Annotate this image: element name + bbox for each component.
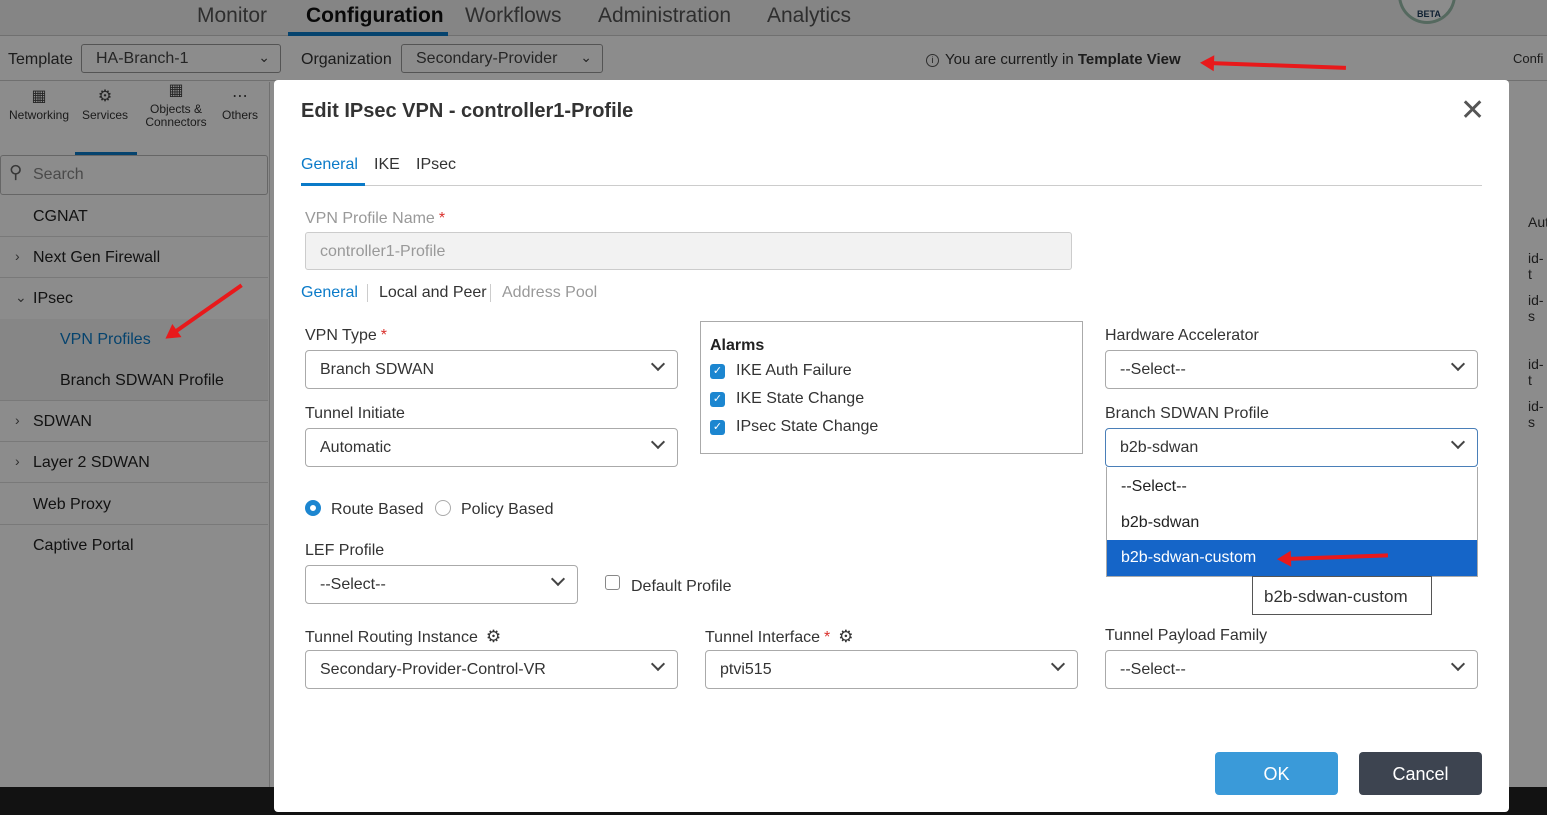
tunnel-interface-label-text: Tunnel Interface	[705, 629, 821, 646]
required-marker: *	[824, 629, 831, 646]
chevron-down-icon	[650, 356, 666, 372]
hardware-accelerator-label: Hardware Accelerator	[1105, 327, 1259, 344]
gear-icon[interactable]: ⚙	[838, 627, 853, 647]
tunnel-payload-family-value: --Select--	[1120, 661, 1186, 678]
subtab-general[interactable]: General	[301, 284, 358, 302]
tunnel-initiate-select[interactable]: Automatic	[305, 428, 678, 467]
chevron-down-icon	[1450, 656, 1466, 672]
vpn-profile-name-label-text: VPN Profile Name	[305, 210, 435, 227]
alarm-ike-auth-failure[interactable]: ✓ IKE Auth Failure	[710, 362, 852, 380]
branch-sdwan-profile-value: b2b-sdwan	[1120, 439, 1199, 456]
ok-button[interactable]: OK	[1215, 752, 1338, 795]
divider	[367, 284, 368, 302]
policy-based-label: Policy Based	[461, 501, 554, 518]
route-based-label: Route Based	[331, 501, 424, 518]
dropdown-option[interactable]: b2b-sdwan	[1107, 505, 1477, 541]
tunnel-interface-value: ptvi515	[720, 661, 772, 678]
checkbox-checked-icon[interactable]: ✓	[710, 392, 725, 407]
tunnel-routing-instance-label: Tunnel Routing Instance ⚙	[305, 627, 501, 647]
tab-ike[interactable]: IKE	[374, 156, 400, 174]
lef-profile-label: LEF Profile	[305, 542, 385, 559]
alarms-title: Alarms	[710, 337, 765, 354]
vpn-type-value: Branch SDWAN	[320, 361, 435, 378]
alarms-group: Alarms ✓ IKE Auth Failure ✓ IKE State Chan…	[700, 321, 1083, 454]
hardware-accelerator-select[interactable]: --Select--	[1105, 350, 1478, 389]
required-marker: *	[438, 210, 446, 227]
chevron-down-icon	[1050, 656, 1066, 672]
vpn-type-select[interactable]: Branch SDWAN	[305, 350, 678, 389]
tunnel-routing-instance-select[interactable]: Secondary-Provider-Control-VR	[305, 650, 678, 689]
branch-sdwan-profile-label: Branch SDWAN Profile	[1105, 405, 1269, 422]
checkbox-checked-icon[interactable]: ✓	[710, 420, 725, 435]
lef-profile-value: --Select--	[320, 576, 386, 593]
dialog-tabs: General IKE IPsec	[301, 156, 1482, 186]
vpn-profile-name-field: controller1-Profile	[305, 232, 1072, 270]
vpn-type-label: VPN Type *	[305, 327, 387, 345]
tunnel-routing-instance-label-text: Tunnel Routing Instance	[305, 629, 478, 646]
checkbox-empty-icon[interactable]	[605, 575, 620, 590]
hardware-accelerator-value: --Select--	[1120, 361, 1186, 378]
vpn-type-label-text: VPN Type	[305, 327, 377, 344]
default-profile-label: Default Profile	[631, 578, 732, 595]
tunnel-initiate-value: Automatic	[320, 439, 392, 456]
dropdown-option[interactable]: --Select--	[1107, 469, 1477, 505]
alarm-ipsec-state-change[interactable]: ✓ IPsec State Change	[710, 418, 878, 436]
default-profile-checkbox[interactable]: Default Profile	[605, 575, 732, 596]
divider	[490, 284, 491, 302]
subtab-address-pool: Address Pool	[502, 284, 598, 301]
subtab-local-and-peer[interactable]: Local and Peer	[379, 284, 487, 302]
chevron-down-icon	[650, 656, 666, 672]
chevron-down-icon	[1450, 356, 1466, 372]
vpn-profile-name-label: VPN Profile Name *	[305, 210, 445, 228]
tab-ipsec[interactable]: IPsec	[416, 156, 456, 174]
alarm-label: IKE Auth Failure	[736, 362, 852, 379]
tunnel-interface-select[interactable]: ptvi515	[705, 650, 1078, 689]
required-marker: *	[380, 327, 387, 344]
close-icon[interactable]: ✕	[1460, 96, 1485, 126]
tunnel-routing-instance-value: Secondary-Provider-Control-VR	[320, 661, 546, 678]
tab-general[interactable]: General	[301, 156, 358, 174]
branch-sdwan-profile-select[interactable]: b2b-sdwan	[1105, 428, 1478, 467]
chevron-down-icon	[1450, 434, 1466, 450]
tunnel-initiate-label: Tunnel Initiate	[305, 405, 405, 422]
option-tooltip: b2b-sdwan-custom	[1252, 576, 1432, 615]
route-based-radio[interactable]: Route Based	[305, 500, 424, 519]
tunnel-payload-family-label: Tunnel Payload Family	[1105, 627, 1268, 644]
alarm-label: IPsec State Change	[736, 418, 879, 435]
lef-profile-select[interactable]: --Select--	[305, 565, 578, 604]
chevron-down-icon	[650, 434, 666, 450]
radio-empty-icon[interactable]	[435, 500, 451, 516]
checkbox-checked-icon[interactable]: ✓	[710, 364, 725, 379]
gear-icon[interactable]: ⚙	[486, 627, 501, 647]
radio-selected-icon[interactable]	[305, 500, 321, 516]
cancel-button[interactable]: Cancel	[1359, 752, 1482, 795]
tab-active-underline	[301, 183, 365, 186]
tunnel-interface-label: Tunnel Interface * ⚙	[705, 627, 854, 647]
alarm-ike-state-change[interactable]: ✓ IKE State Change	[710, 390, 864, 408]
chevron-down-icon	[550, 571, 566, 587]
dialog-title: Edit IPsec VPN - controller1-Profile	[301, 100, 634, 122]
alarm-label: IKE State Change	[736, 390, 865, 407]
policy-based-radio[interactable]: Policy Based	[435, 500, 554, 519]
edit-ipsec-vpn-dialog: Edit IPsec VPN - controller1-Profile ✕ G…	[274, 80, 1509, 812]
tunnel-payload-family-select[interactable]: --Select--	[1105, 650, 1478, 689]
